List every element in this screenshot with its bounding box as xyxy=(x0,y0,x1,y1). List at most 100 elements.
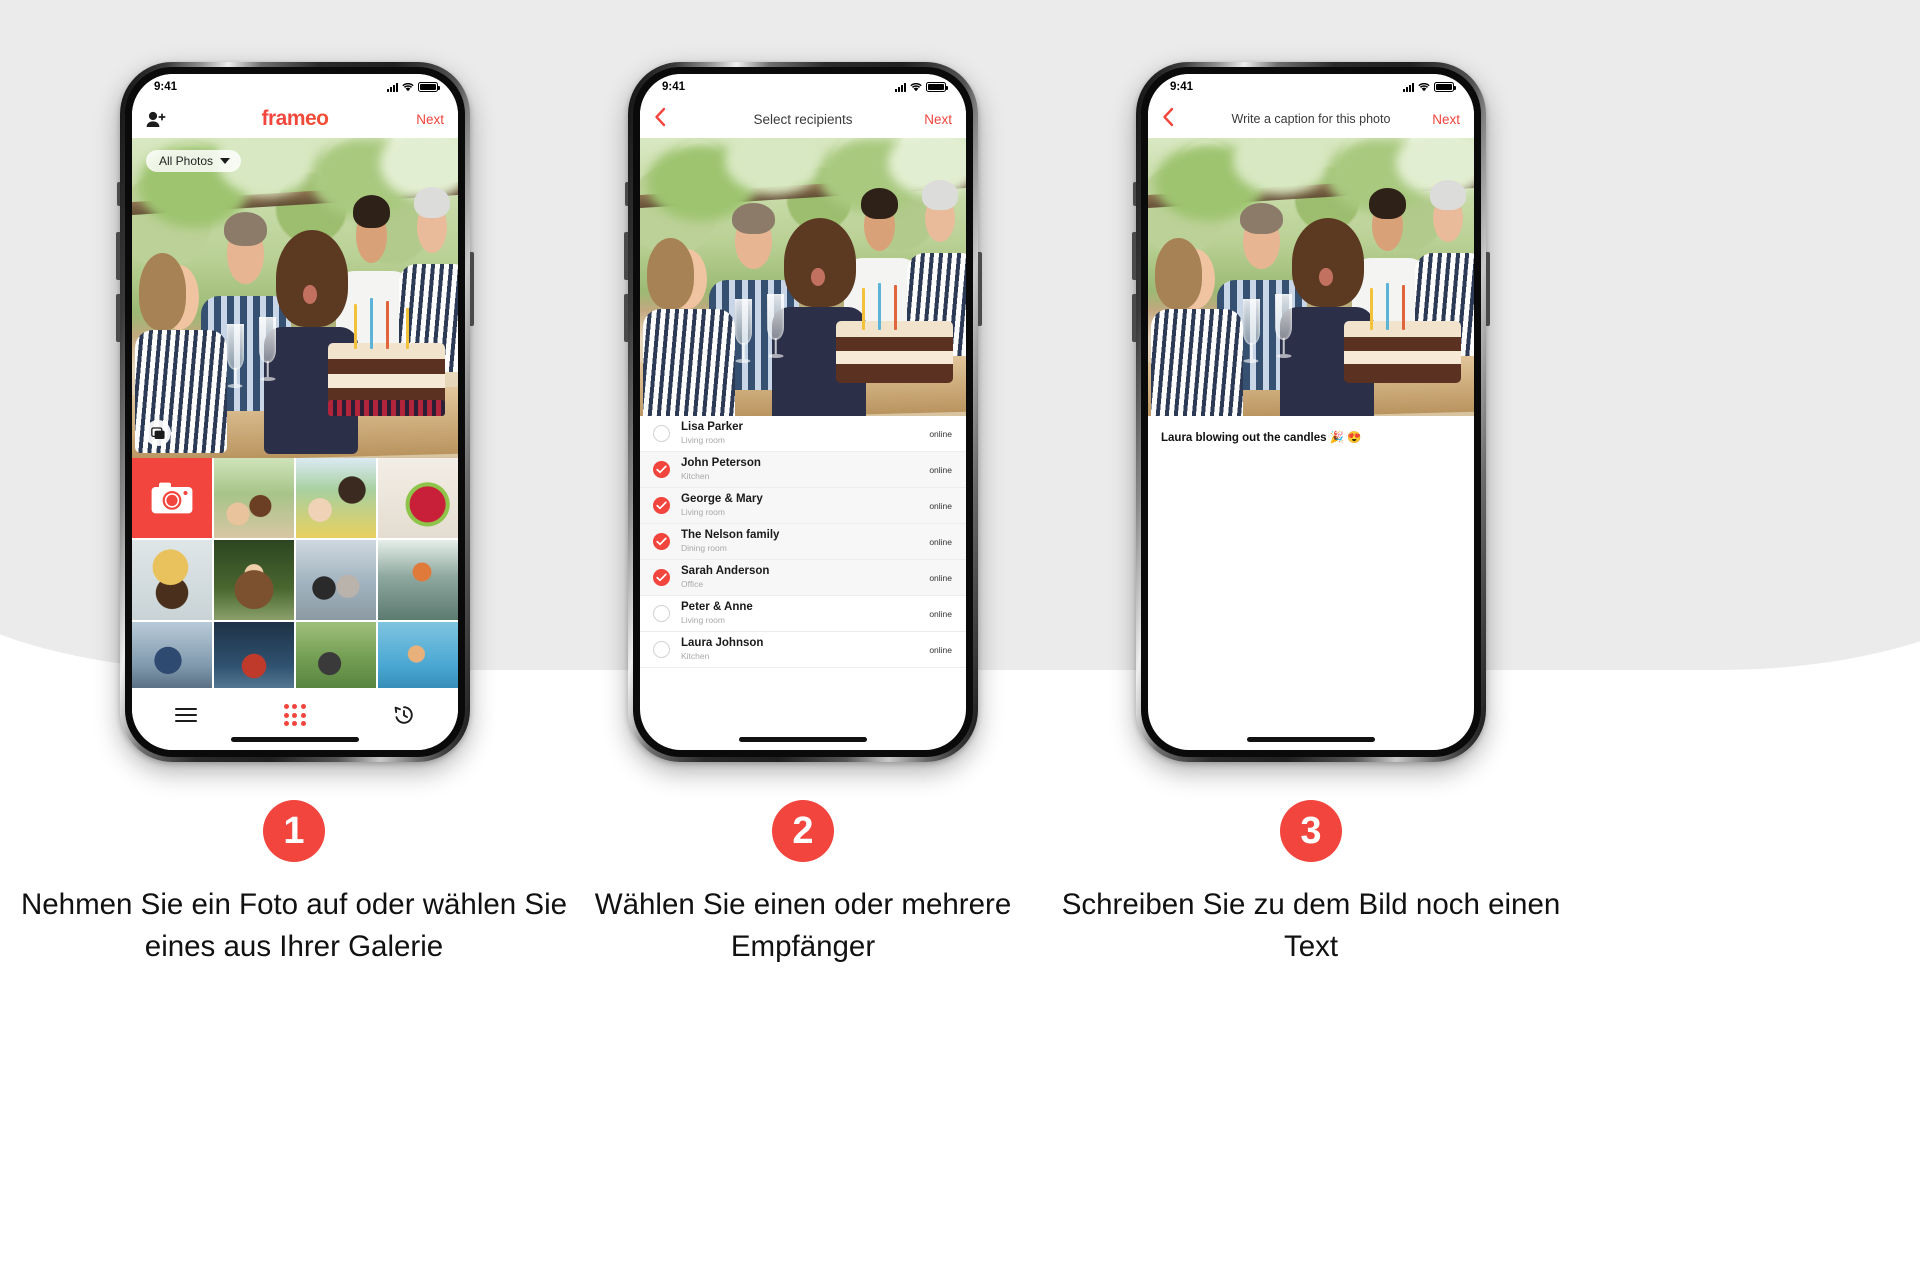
multi-photo-icon[interactable] xyxy=(145,420,171,446)
recipient-room: Dining room xyxy=(681,542,727,553)
thumbnail[interactable] xyxy=(295,458,377,539)
recipient-room: Kitchen xyxy=(681,470,710,481)
step-number-badge: 2 xyxy=(772,800,834,862)
recipient-status: online xyxy=(929,608,952,619)
signal-bars-icon xyxy=(1403,82,1414,92)
recipient-name: John Peterson xyxy=(681,457,761,470)
recipient-room: Living room xyxy=(681,434,725,445)
recipient-room: Living room xyxy=(681,506,725,517)
photo-grid[interactable] xyxy=(132,458,458,703)
thumbnail[interactable] xyxy=(132,539,213,621)
checkbox[interactable] xyxy=(653,641,670,658)
recipient-status: online xyxy=(929,536,952,547)
battery-icon xyxy=(418,82,440,92)
checkbox[interactable] xyxy=(653,497,670,514)
thumbnail[interactable] xyxy=(213,458,295,539)
step-2: 2 Wählen Sie einen oder mehrere Empfänge… xyxy=(523,800,1083,968)
camera-tile[interactable] xyxy=(132,458,213,539)
checkbox[interactable] xyxy=(653,533,670,550)
recipient-row[interactable]: Lisa Parker Living room online xyxy=(640,416,966,452)
recipient-room: Kitchen xyxy=(681,650,710,661)
selected-photo xyxy=(640,138,966,416)
selected-photo[interactable]: All Photos xyxy=(132,138,458,458)
battery-icon xyxy=(1434,82,1456,92)
phone-recipients: 9:41 Select recipients Next Lisa Parker … xyxy=(624,62,982,762)
phone-bezel: 9:41 Write a caption for this photo Next… xyxy=(1141,67,1481,757)
step-1: 1 Nehmen Sie ein Foto auf oder wählen Si… xyxy=(14,800,574,968)
album-filter-button[interactable]: All Photos xyxy=(146,150,242,172)
step-number-badge: 1 xyxy=(263,800,325,862)
selected-photo xyxy=(1148,138,1474,416)
thumbnail[interactable] xyxy=(377,539,458,621)
status-bar: 9:41 xyxy=(1148,74,1474,100)
recipient-room: Office xyxy=(681,578,704,589)
recipient-room: Living room xyxy=(681,614,725,625)
recipient-row[interactable]: The Nelson family Dining room online xyxy=(640,524,966,560)
checkbox[interactable] xyxy=(653,425,670,442)
recipient-name: George & Mary xyxy=(681,493,763,506)
recipient-name: Lisa Parker xyxy=(681,421,744,434)
frameo-logo: frameo xyxy=(132,107,458,131)
thumbnail[interactable] xyxy=(377,458,458,539)
screen-gallery: 9:41 frameo Next All Photos xyxy=(132,74,458,750)
recipient-status: online xyxy=(929,428,952,439)
recipient-status: online xyxy=(929,572,952,583)
album-filter-label: All Photos xyxy=(159,154,214,168)
bottom-tabbar xyxy=(132,688,458,750)
next-button[interactable]: Next xyxy=(924,112,952,127)
step-number-badge: 3 xyxy=(1280,800,1342,862)
recipient-status: online xyxy=(929,500,952,511)
recipient-name: The Nelson family xyxy=(681,529,780,542)
chevron-left-icon[interactable] xyxy=(1162,107,1174,131)
home-indicator xyxy=(231,737,359,742)
chevron-down-icon xyxy=(220,158,231,164)
step-text: Wählen Sie einen oder mehrere Empfänger xyxy=(594,888,1012,963)
status-bar: 9:41 xyxy=(132,74,458,100)
battery-icon xyxy=(926,82,948,92)
thumbnail[interactable] xyxy=(213,539,295,621)
page-title: Write a caption for this photo xyxy=(1231,112,1391,126)
recipient-name: Peter & Anne xyxy=(681,601,753,614)
checkbox[interactable] xyxy=(653,605,670,622)
hamburger-menu-icon[interactable] xyxy=(158,702,214,728)
signal-bars-icon xyxy=(387,82,398,92)
thumbnail[interactable] xyxy=(295,539,377,621)
caption-area[interactable]: Laura blowing out the candles 🎉 😍 xyxy=(1148,416,1474,444)
recipient-list: Lisa Parker Living room online John Pete… xyxy=(640,416,966,668)
step-text: Nehmen Sie ein Foto auf oder wählen Sie … xyxy=(20,888,568,963)
grid-icon[interactable] xyxy=(267,702,323,728)
recipient-row[interactable]: Laura Johnson Kitchen online xyxy=(640,632,966,668)
screen-caption: 9:41 Write a caption for this photo Next… xyxy=(1148,74,1474,750)
recipient-name: Sarah Anderson xyxy=(681,565,770,578)
recipient-name: Laura Johnson xyxy=(681,637,764,650)
recipient-row[interactable]: John Peterson Kitchen online xyxy=(640,452,966,488)
next-button[interactable]: Next xyxy=(1432,112,1460,127)
chevron-left-icon[interactable] xyxy=(654,107,666,131)
next-button[interactable]: Next xyxy=(416,112,444,127)
checkbox[interactable] xyxy=(653,569,670,586)
home-indicator xyxy=(1247,737,1375,742)
step-text: Schreiben Sie zu dem Bild noch einen Tex… xyxy=(1061,888,1561,963)
recipient-row[interactable]: Peter & Anne Living room online xyxy=(640,596,966,632)
wifi-icon xyxy=(910,82,922,92)
wifi-icon xyxy=(402,82,414,92)
home-indicator xyxy=(739,737,867,742)
caption-navbar: Write a caption for this photo Next xyxy=(1148,100,1474,138)
page-root: 9:41 frameo Next All Photos 9:41 Select … xyxy=(0,0,1920,1280)
screen-recipients: 9:41 Select recipients Next Lisa Parker … xyxy=(640,74,966,750)
page-title: Select recipients xyxy=(753,111,853,127)
phone-bezel: 9:41 Select recipients Next Lisa Parker … xyxy=(633,67,973,757)
add-user-icon[interactable] xyxy=(146,111,166,128)
recipient-row[interactable]: Sarah Anderson Office online xyxy=(640,560,966,596)
signal-bars-icon xyxy=(895,82,906,92)
recipient-status: online xyxy=(929,644,952,655)
status-bar: 9:41 xyxy=(640,74,966,100)
checkbox[interactable] xyxy=(653,461,670,478)
recipient-row[interactable]: George & Mary Living room online xyxy=(640,488,966,524)
camera-icon xyxy=(151,482,193,514)
phone-gallery: 9:41 frameo Next All Photos xyxy=(116,62,474,762)
phone-bezel: 9:41 frameo Next All Photos xyxy=(125,67,465,757)
history-clock-icon[interactable] xyxy=(376,702,432,728)
caption-input[interactable]: Laura blowing out the candles 🎉 😍 xyxy=(1161,430,1461,444)
phone-caption: 9:41 Write a caption for this photo Next… xyxy=(1132,62,1490,762)
